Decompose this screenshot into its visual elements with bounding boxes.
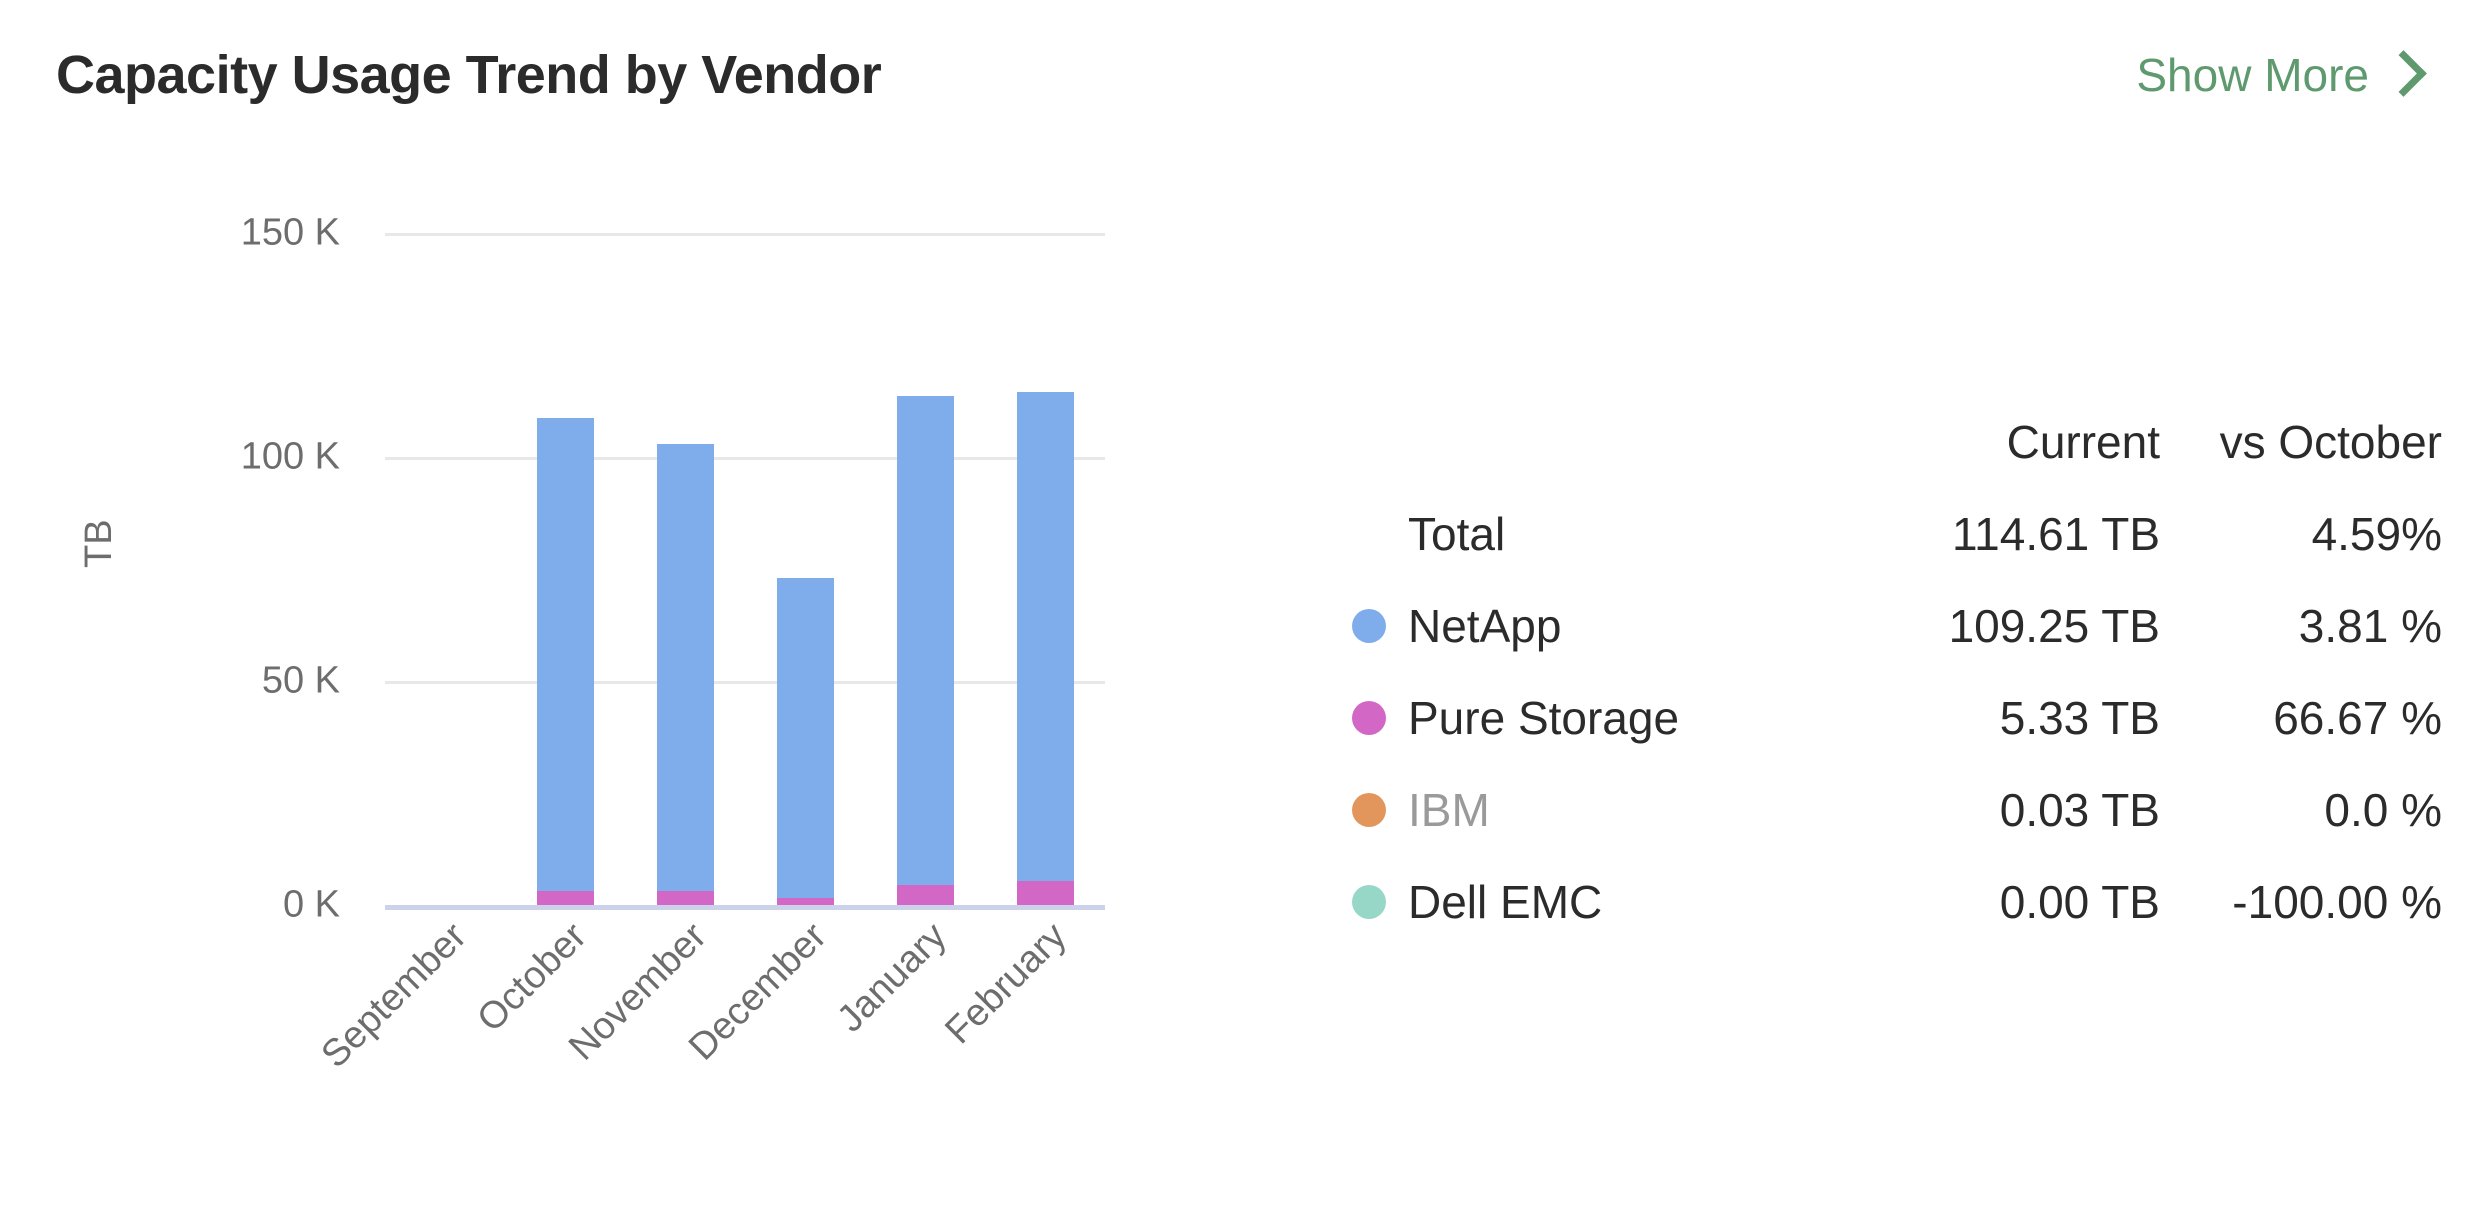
bar-segment <box>776 577 834 898</box>
bar-column[interactable] <box>1016 233 1074 905</box>
current-value: 5.33 TB <box>1999 692 2160 744</box>
table-row[interactable]: IBM 0.03 TB 0.0 % <box>1352 778 2442 842</box>
legend-dot-placeholder <box>1352 517 1386 551</box>
table-row[interactable]: Pure Storage 5.33 TB 66.67 % <box>1352 686 2442 750</box>
table-row[interactable]: Total 114.61 TB 4.59% <box>1352 502 2442 566</box>
legend-color-dot-icon <box>1352 701 1386 735</box>
table-row[interactable]: NetApp 109.25 TB 3.81 % <box>1352 594 2442 658</box>
y-axis-tick: 0 K <box>282 883 340 926</box>
y-axis-tick: 50 K <box>261 659 340 702</box>
bar-segment <box>536 418 594 891</box>
bar-segment <box>1016 881 1074 905</box>
legend-color-dot-icon <box>1352 609 1386 643</box>
table-row[interactable]: Dell EMC 0.00 TB -100.00 % <box>1352 870 2442 934</box>
bar-segment <box>536 891 594 905</box>
x-axis-tick-labels: September October November December January F… <box>314 915 1105 1165</box>
vendor-name-cell: NetApp <box>1352 599 1892 653</box>
vendor-summary-table: Current vs October Total 114.61 TB 4.59% NetA… <box>1352 410 2442 934</box>
widget-header: Capacity Usage Trend by Vendor Show More <box>0 0 2476 150</box>
vendor-name-cell: Pure Storage <box>1352 691 1892 745</box>
vendor-name-cell: Total <box>1352 507 1892 561</box>
bar-segment <box>656 891 714 905</box>
bar-column[interactable] <box>417 233 474 905</box>
delta-value: 4.59% <box>2311 508 2442 560</box>
bar-segment <box>1016 391 1074 881</box>
delta-value: 66.67 % <box>2273 692 2442 744</box>
bar-column[interactable] <box>776 233 834 905</box>
column-header-current: Current <box>2006 416 2160 468</box>
bar-segment <box>656 444 714 891</box>
show-more-label: Show More <box>2136 49 2369 101</box>
bar-column[interactable] <box>896 233 954 905</box>
current-value: 0.03 TB <box>1999 784 2160 836</box>
legend-color-dot-icon <box>1352 793 1386 827</box>
vendor-name-cell: Dell EMC <box>1352 875 1892 929</box>
page-title: Capacity Usage Trend by Vendor <box>56 45 882 105</box>
show-more-link[interactable]: Show More <box>2136 48 2427 102</box>
chart-bars <box>385 233 1105 905</box>
y-axis-tick: 150 K <box>240 211 340 254</box>
chevron-right-icon <box>2380 49 2427 97</box>
delta-value: 3.81 % <box>2298 600 2442 652</box>
vendor-label: Pure Storage <box>1408 692 1680 744</box>
table-header-row: Current vs October <box>1352 410 2442 474</box>
vendor-label: IBM <box>1408 784 1490 836</box>
y-axis-tick: 100 K <box>240 435 340 478</box>
bar-segment <box>776 897 834 905</box>
delta-value: 0.0 % <box>2324 784 2442 836</box>
current-value: 114.61 TB <box>1951 508 2160 560</box>
capacity-chart: TB 150 K 100 K 50 K0 K September October Nov… <box>0 150 1240 1220</box>
current-value: 0.00 TB <box>1999 876 2160 928</box>
delta-value: -100.00 % <box>2232 876 2442 928</box>
bar-column[interactable] <box>536 233 594 905</box>
bar-segment <box>896 396 954 885</box>
vendor-name-cell: IBM <box>1352 783 1892 837</box>
gridline <box>385 905 1105 910</box>
vendor-label: NetApp <box>1408 600 1562 652</box>
y-axis-tick-labels: 150 K 100 K 50 K 0 K <box>0 212 340 926</box>
vendor-label: Dell EMC <box>1408 876 1603 928</box>
current-value: 109.25 TB <box>1948 600 2160 652</box>
bar-column[interactable] <box>656 233 714 905</box>
legend-color-dot-icon <box>1352 885 1386 919</box>
bar-segment <box>896 884 954 905</box>
vendor-label: Total <box>1408 508 1506 560</box>
column-header-delta: vs October <box>2219 416 2442 468</box>
